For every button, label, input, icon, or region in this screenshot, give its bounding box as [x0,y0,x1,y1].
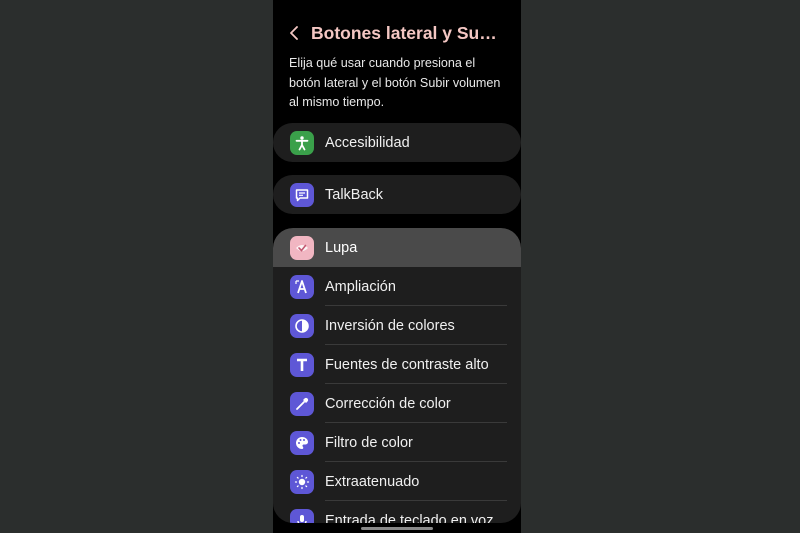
color-inversion-icon [290,313,314,338]
talkback-card: TalkBack [273,175,521,214]
option-label: Filtro de color [325,434,413,451]
option-label: Fuentes de contraste alto [325,356,489,373]
extra-dim-icon [290,469,314,494]
talkback-icon [290,182,314,207]
page-description: Elija qué usar cuando presiona el botón … [289,56,501,109]
option-fuentes-contraste[interactable]: Fuentes de contraste alto [273,345,521,384]
option-label: Extraatenuado [325,473,420,490]
option-label: Corrección de color [325,395,451,412]
app-header: Botones lateral y Subir... [273,18,521,48]
option-extraatenuado[interactable]: Extraatenuado [273,462,521,501]
shortcut-options-list: Lupa Ampliación Inversión de colores Fue… [273,228,521,523]
option-label: Ampliación [325,278,396,295]
color-filter-icon [290,430,314,455]
home-indicator[interactable] [361,527,433,530]
chevron-left-icon [290,26,298,40]
magnifier-icon [290,235,314,260]
option-lupa[interactable]: Lupa [273,228,521,267]
back-button[interactable] [287,18,301,48]
option-filtro-color[interactable]: Filtro de color [273,423,521,462]
high-contrast-font-icon [290,352,314,377]
voice-keyboard-icon [290,508,314,523]
option-ampliacion[interactable]: Ampliación [273,267,521,306]
option-talkback[interactable]: TalkBack [273,175,521,214]
option-label: Inversión de colores [325,317,455,334]
magnification-icon [290,274,314,299]
page-title: Botones lateral y Subir... [311,22,507,43]
accessibility-card: Accesibilidad [273,123,521,162]
option-correccion-color[interactable]: Corrección de color [273,384,521,423]
option-entrada-teclado-voz[interactable]: Entrada de teclado en voz [273,501,521,523]
option-label: Accesibilidad [325,134,410,151]
phone-screen: Botones lateral y Subir... Elija qué usa… [273,0,521,533]
option-accesibilidad[interactable]: Accesibilidad [273,123,521,162]
color-correction-icon [290,391,314,416]
option-inversion-colores[interactable]: Inversión de colores [273,306,521,345]
accessibility-icon [290,130,314,155]
option-label: Lupa [325,239,358,256]
option-label: TalkBack [325,186,384,203]
option-label: Entrada de teclado en voz [325,512,494,524]
